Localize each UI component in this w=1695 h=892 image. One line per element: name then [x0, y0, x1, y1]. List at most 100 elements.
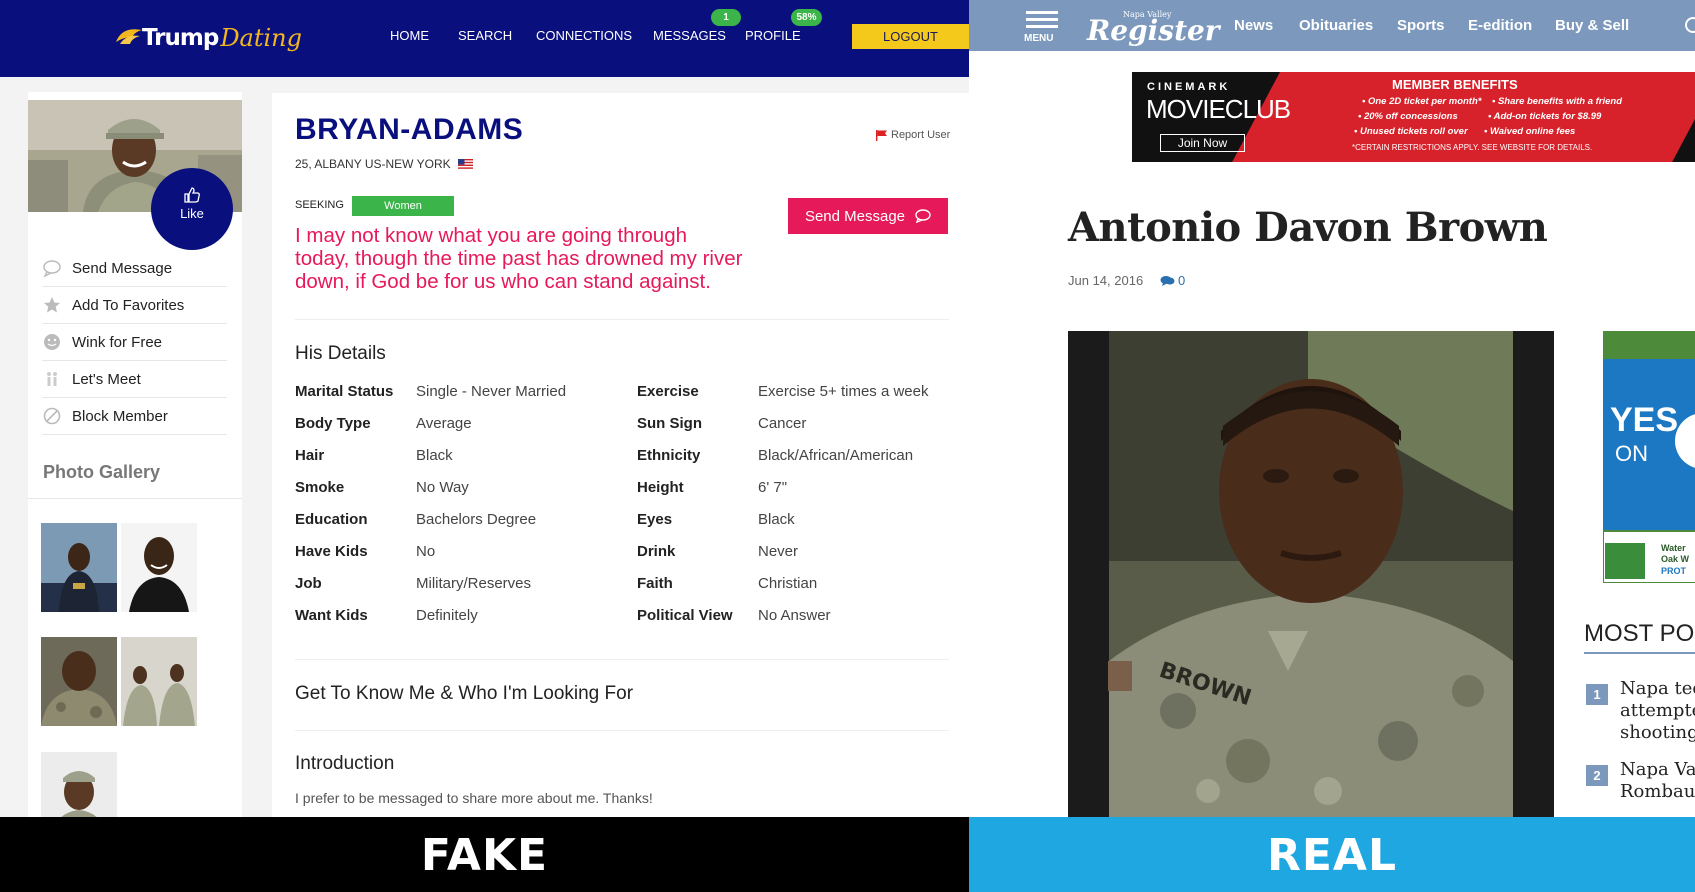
nav-connections[interactable]: CONNECTIONS: [536, 28, 632, 43]
chat-bubble-icon: [915, 209, 931, 223]
ad-benefits-title: MEMBER BENEFITS: [1392, 77, 1518, 92]
detail-label: Want Kids: [295, 607, 368, 624]
detail-value: Military/Reserves: [416, 575, 532, 592]
side-ad-on: ON: [1615, 441, 1648, 466]
sidebar-lets-meet[interactable]: Let's Meet: [42, 361, 227, 398]
site-logo[interactable]: Trump Dating: [112, 18, 302, 58]
block-icon: [43, 407, 61, 425]
detail-value: Black: [416, 447, 453, 464]
detail-value: Exercise 5+ times a week: [758, 383, 929, 400]
sidebar-block-member[interactable]: Block Member: [42, 398, 227, 435]
ad-brand-main: MOVIECLUB: [1146, 94, 1291, 124]
introduction-text: I prefer to be messaged to share more ab…: [295, 790, 653, 806]
detail-value: Bachelors Degree: [416, 511, 537, 528]
fake-label: FAKE: [420, 830, 549, 881]
nav-profile[interactable]: PROFILE: [745, 28, 801, 43]
nav-news[interactable]: News: [1234, 17, 1273, 34]
sidebar-item-label: Add To Favorites: [72, 296, 185, 314]
nav-obituaries[interactable]: Obituaries: [1299, 17, 1373, 34]
nav-search[interactable]: SEARCH: [458, 28, 512, 43]
detail-value: Black/African/American: [758, 447, 914, 464]
gallery-photo-patrol-cap[interactable]: [41, 752, 117, 817]
thumbs-up-icon: [184, 187, 200, 203]
logout-button[interactable]: LOGOUT: [852, 24, 969, 49]
article-headline: Antonio Davon Brown: [1068, 204, 1548, 251]
side-ad-text: Water: [1661, 543, 1686, 553]
logo-small-text: Napa Valley: [1123, 10, 1172, 19]
divider: [295, 659, 949, 660]
side-ad-yes: YES: [1610, 401, 1679, 439]
fake-dating-site: Trump Dating HOME SEARCH CONNECTIONS MES…: [0, 0, 969, 817]
like-label: Like: [180, 206, 204, 221]
nav-buy-sell[interactable]: Buy & Sell: [1555, 17, 1629, 34]
detail-label: Hair: [295, 447, 325, 464]
send-message-label: Send Message: [804, 207, 906, 225]
ad-join-button[interactable]: Join Now: [1160, 134, 1245, 152]
gallery-photo-group[interactable]: [121, 637, 197, 726]
article-photo[interactable]: BROWN: [1068, 331, 1554, 817]
sidebar-send-message[interactable]: Send Message: [42, 250, 227, 287]
real-label: REAL: [1266, 830, 1398, 881]
sidebar-wink[interactable]: Wink for Free: [42, 324, 227, 361]
gallery-photo-camo-selfie[interactable]: [41, 637, 117, 726]
most-popular-item[interactable]: Napa Vall Rombaue: [1620, 759, 1695, 803]
photo-gallery-title: Photo Gallery: [43, 462, 161, 482]
logo-part2: Dating: [220, 24, 303, 52]
logo-part1: Trump: [142, 25, 219, 51]
ad-footnote: *CERTAIN RESTRICTIONS APPLY. SEE WEBSITE…: [1352, 143, 1593, 152]
sidebar-item-label: Block Member: [72, 407, 168, 425]
details-title: His Details: [295, 343, 386, 364]
sidebar-item-label: Wink for Free: [72, 333, 163, 351]
sidebar-ad[interactable]: YES ON Water Oak W PROT: [1603, 331, 1695, 583]
couple-icon: [47, 372, 57, 386]
most-popular-number: 1: [1586, 684, 1608, 705]
red-flag-icon: [876, 129, 887, 141]
comment-icon: [1160, 275, 1175, 286]
profile-quote: I may not know what you are going throug…: [295, 224, 743, 293]
divider: [1584, 652, 1695, 654]
nav-e-edition[interactable]: E-edition: [1468, 17, 1532, 34]
ad-benefit: • Unused tickets roll over: [1354, 126, 1468, 137]
menu-label[interactable]: MENU: [1024, 33, 1053, 44]
most-popular-number: 2: [1586, 765, 1608, 786]
detail-value: Cancer: [758, 415, 807, 432]
ad-benefit: • One 2D ticket per month*: [1362, 96, 1482, 107]
us-flag-icon: [457, 159, 473, 169]
nav-home[interactable]: HOME: [390, 28, 429, 43]
chat-bubble-icon: [43, 260, 61, 278]
report-user-link[interactable]: Report User: [876, 129, 950, 141]
detail-value: 6' 7": [758, 479, 788, 496]
nav-messages[interactable]: MESSAGES: [653, 28, 726, 43]
get-to-know-title: Get To Know Me & Who I'm Looking For: [295, 683, 634, 704]
ad-benefit: • Share benefits with a friend: [1492, 96, 1623, 107]
detail-label: Political View: [637, 607, 733, 624]
like-button[interactable]: Like: [151, 168, 233, 250]
ad-benefit: • Waived online fees: [1484, 126, 1576, 137]
top-navbar: Trump Dating HOME SEARCH CONNECTIONS MES…: [0, 0, 969, 77]
send-message-button[interactable]: Send Message: [788, 198, 948, 234]
register-logo[interactable]: Napa Valley Register: [1087, 8, 1220, 47]
hamburger-menu-icon[interactable]: [1026, 11, 1058, 32]
search-icon[interactable]: [1685, 17, 1695, 33]
gallery-photo-dress-uniform[interactable]: [41, 523, 117, 612]
profile-name: BRYAN-ADAMS: [295, 113, 524, 146]
cinemark-ad-banner[interactable]: CINEMARK MOVIECLUB Join Now MEMBER BENEF…: [1132, 72, 1695, 162]
real-banner: REAL: [969, 817, 1695, 892]
detail-label: Job: [295, 575, 322, 592]
sidebar-add-favorites[interactable]: Add To Favorites: [42, 287, 227, 324]
most-popular-item[interactable]: Napa teen attempte shooting: [1620, 678, 1695, 744]
messages-badge: 1: [711, 9, 741, 26]
profile-location: 25, ALBANY US-NEW YORK: [295, 157, 473, 171]
detail-value: Single - Never Married: [416, 383, 567, 400]
detail-value: No Way: [416, 479, 469, 496]
star-icon: [44, 297, 60, 313]
nav-sports[interactable]: Sports: [1397, 17, 1445, 34]
divider: [295, 319, 949, 320]
article-date: Jun 14, 2016: [1068, 273, 1144, 288]
detail-label: Height: [637, 479, 684, 496]
gallery-photo-portrait[interactable]: [121, 523, 197, 612]
detail-label: Smoke: [295, 479, 345, 496]
comments-link[interactable]: 0: [1160, 273, 1185, 288]
detail-label: Eyes: [637, 511, 673, 528]
seeking-badge: Women: [352, 196, 454, 216]
